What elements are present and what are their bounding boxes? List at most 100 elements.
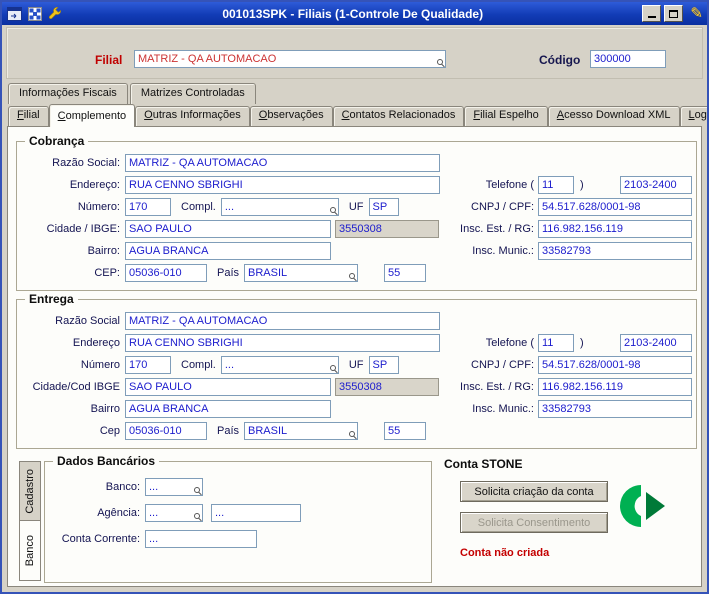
tab-log[interactable]: Log <box>679 106 707 126</box>
tab-complemento[interactable]: Complemento <box>48 104 136 127</box>
side-tab-banco[interactable]: Banco <box>19 521 41 581</box>
entrega-insc-mun-input[interactable] <box>538 400 692 418</box>
wrench-icon[interactable] <box>46 5 63 22</box>
entrega-cep-input[interactable] <box>125 422 207 440</box>
entrega-cidade-input[interactable] <box>125 378 331 396</box>
window-title: 001013SPK - Filiais (1-Controle De Quali… <box>222 6 484 21</box>
conta-stone-status: Conta não criada <box>460 547 550 559</box>
cidade-ibge-label: Cidade/Cod IBGE <box>32 381 120 393</box>
cobranca-insc-est-input[interactable] <box>538 220 692 238</box>
bairro-label: Bairro <box>90 403 120 415</box>
lookup-icon[interactable] <box>436 58 445 67</box>
cobranca-compl-input[interactable] <box>220 198 339 216</box>
form-row: Insc. Est. / RG: <box>448 218 692 240</box>
conta-corrente-label: Conta Corrente: <box>61 533 140 545</box>
form-row: Insc. Est. / RG: <box>448 376 692 398</box>
cobranca-numero-input[interactable] <box>125 198 171 216</box>
cobranca-pais-input[interactable] <box>244 264 359 282</box>
tab-filial[interactable]: Filial <box>8 106 49 126</box>
upper-tab-bar: Informações Fiscais Matrizes Controladas <box>8 83 256 104</box>
entrega-right-column: Telefone ( ) CNPJ / CPF: Insc. Est. / RG… <box>448 332 692 420</box>
form-row: Cidade / IBGE: <box>19 218 459 240</box>
entrega-insc-est-input[interactable] <box>538 378 692 396</box>
record-header: Filial Código <box>6 27 703 79</box>
codigo-input[interactable] <box>590 50 666 68</box>
minimize-button[interactable] <box>642 5 662 22</box>
tab-observacoes[interactable]: Observações <box>249 106 333 126</box>
cobranca-group: Cobrança Razão Social: Endereço: Número:… <box>16 134 697 291</box>
telefone-close-paren: ) <box>580 179 584 191</box>
lookup-icon[interactable] <box>348 272 357 281</box>
agencia-descricao-input[interactable] <box>211 504 301 522</box>
insc-est-rg-label: Insc. Est. / RG: <box>460 223 534 235</box>
cobranca-bairro-input[interactable] <box>125 242 331 260</box>
cobranca-insc-mun-input[interactable] <box>538 242 692 260</box>
compl-field <box>220 198 339 216</box>
entrega-ibge-input <box>335 378 439 396</box>
conta-corrente-input[interactable] <box>145 530 257 548</box>
numero-label: Número <box>80 359 120 371</box>
cobranca-razao-social-input[interactable] <box>125 154 440 172</box>
lookup-icon[interactable] <box>329 364 338 373</box>
razao-social-label: Razão Social: <box>52 157 120 169</box>
cobranca-telefone-input[interactable] <box>620 176 692 194</box>
form-row: CNPJ / CPF: <box>448 196 692 218</box>
entrega-ddd-input[interactable] <box>538 334 574 352</box>
tab-filial-espelho[interactable]: Filial Espelho <box>464 106 548 126</box>
form-row: Endereço <box>19 332 459 354</box>
lookup-icon[interactable] <box>193 512 202 521</box>
entrega-bairro-input[interactable] <box>125 400 331 418</box>
form-row: Insc. Munic.: <box>448 240 692 262</box>
tab-matrizes-controladas[interactable]: Matrizes Controladas <box>129 83 256 104</box>
telefone-close-paren: ) <box>580 337 584 349</box>
form-row: Número: Compl. UF <box>19 196 459 218</box>
razao-social-label: Razão Social <box>55 315 120 327</box>
compl-label: Compl. <box>181 201 216 213</box>
cobranca-cep-input[interactable] <box>125 264 207 282</box>
entrega-razao-social-input[interactable] <box>125 312 440 330</box>
lookup-icon[interactable] <box>329 206 338 215</box>
cobranca-uf-input[interactable] <box>368 198 399 216</box>
entrega-uf-input[interactable] <box>368 356 399 374</box>
solicita-criacao-conta-button[interactable]: Solicita criação da conta <box>460 481 608 502</box>
lookup-icon[interactable] <box>348 430 357 439</box>
uf-label: UF <box>348 201 364 213</box>
form-row: Razão Social: <box>19 152 459 174</box>
cobranca-ddi-input[interactable] <box>384 264 427 282</box>
form-row: Telefone ( ) <box>448 174 692 196</box>
lookup-icon[interactable] <box>193 486 202 495</box>
tab-contatos-relacionados[interactable]: Contatos Relacionados <box>332 106 465 126</box>
cobranca-ddd-input[interactable] <box>538 176 574 194</box>
form-row: Número Compl. UF <box>19 354 459 376</box>
entrega-telefone-input[interactable] <box>620 334 692 352</box>
insc-est-rg-label: Insc. Est. / RG: <box>460 381 534 393</box>
main-tab-bar: Filial Complemento Outras Informações Ob… <box>8 103 707 127</box>
entrega-compl-input[interactable] <box>220 356 339 374</box>
cobranca-cnpj-input[interactable] <box>538 198 692 216</box>
entrega-pais-input[interactable] <box>244 422 359 440</box>
entrega-left-column: Razão Social Endereço Número Compl. UF <box>19 310 459 442</box>
pais-field <box>244 264 359 282</box>
entrega-numero-input[interactable] <box>125 356 171 374</box>
tab-outras-informacoes[interactable]: Outras Informações <box>135 106 250 126</box>
entrega-cnpj-input[interactable] <box>538 356 692 374</box>
tab-informacoes-fiscais[interactable]: Informações Fiscais <box>8 83 128 104</box>
maximize-button[interactable] <box>664 5 684 22</box>
cep-label: Cep <box>99 425 120 437</box>
cnpj-cpf-label: CNPJ / CPF: <box>471 201 534 213</box>
agencia-label: Agência: <box>97 507 140 519</box>
banco-field <box>145 478 203 496</box>
side-tab-label: Cadastro <box>24 468 36 514</box>
edit-pencil-icon[interactable]: ✎ <box>690 6 703 21</box>
minimize-icon <box>647 16 656 18</box>
side-tab-cadastro[interactable]: Cadastro <box>19 461 41 521</box>
entrega-ddi-input[interactable] <box>384 422 427 440</box>
filial-field <box>134 50 446 68</box>
cobranca-endereco-input[interactable] <box>125 176 440 194</box>
filial-input[interactable] <box>134 50 446 68</box>
cobranca-cidade-input[interactable] <box>125 220 331 238</box>
cobranca-left-column: Razão Social: Endereço: Número: Compl. U… <box>19 152 459 284</box>
insc-munic-label: Insc. Munic.: <box>472 403 534 415</box>
tab-acesso-download-xml[interactable]: Acesso Download XML <box>547 106 680 126</box>
entrega-endereco-input[interactable] <box>125 334 440 352</box>
